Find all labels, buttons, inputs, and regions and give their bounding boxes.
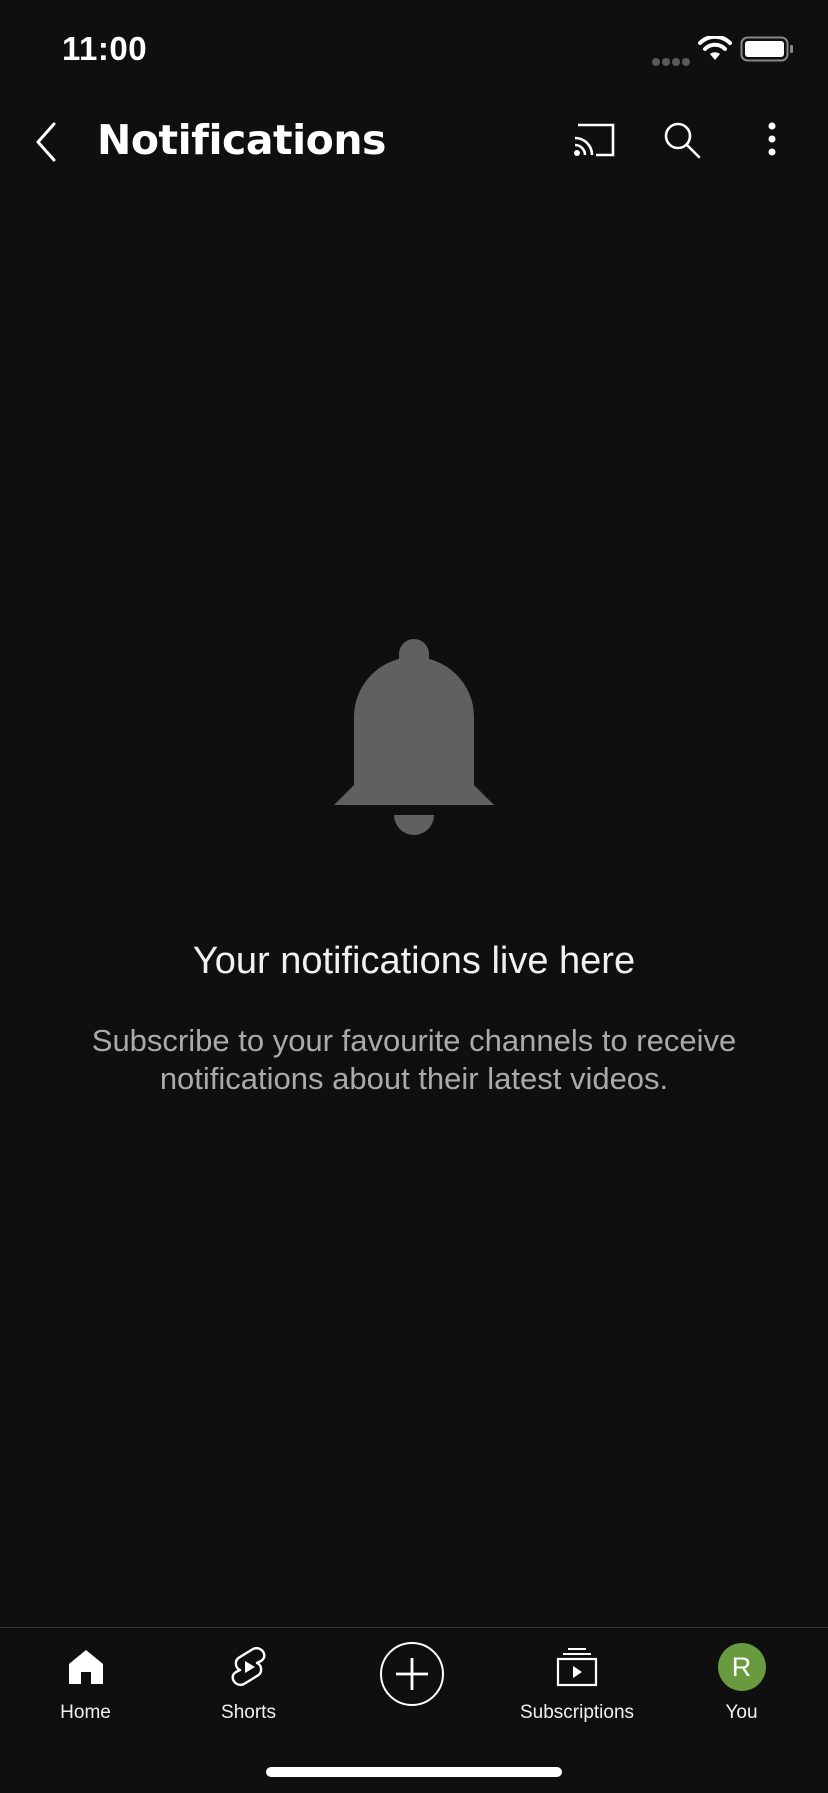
search-button[interactable] [662, 120, 702, 165]
nav-label-subscriptions: Subscriptions [519, 1702, 635, 1723]
create-button[interactable] [380, 1642, 444, 1706]
empty-state-title: Your notifications live here [192, 940, 636, 982]
battery-icon [740, 36, 794, 67]
status-bar: 11:00 [0, 0, 828, 100]
empty-state-description: Subscribe to your favourite channels to … [91, 1023, 737, 1096]
nav-label-shorts: Shorts [221, 1702, 276, 1723]
cellular-signal-icon [652, 53, 692, 71]
nav-label-you: You [725, 1702, 758, 1723]
nav-label-home: Home [60, 1702, 111, 1723]
chevron-left-icon [36, 122, 56, 162]
bell-icon [330, 637, 498, 842]
subscriptions-icon [494, 1644, 660, 1690]
more-vertical-icon [768, 122, 776, 156]
avatar-wrapper: R [659, 1643, 824, 1691]
status-time: 11:00 [62, 30, 148, 67]
page-title: Notifications [97, 116, 386, 164]
avatar: R [717, 1643, 766, 1691]
app-bar: Notifications [0, 100, 828, 180]
plus-icon [396, 1658, 428, 1690]
shorts-icon [166, 1644, 331, 1690]
nav-item-subscriptions[interactable]: Subscriptions [494, 1628, 660, 1728]
cast-icon [574, 123, 615, 157]
more-options-button[interactable] [760, 120, 784, 165]
home-indicator [266, 1767, 562, 1777]
search-icon [664, 122, 701, 159]
back-button[interactable] [28, 118, 68, 166]
nav-item-you[interactable]: R You [659, 1628, 824, 1728]
home-icon [3, 1644, 168, 1690]
nav-item-home[interactable]: Home [3, 1628, 168, 1728]
wifi-icon [698, 34, 732, 67]
cast-button[interactable] [572, 122, 616, 163]
nav-item-shorts[interactable]: Shorts [166, 1628, 331, 1728]
